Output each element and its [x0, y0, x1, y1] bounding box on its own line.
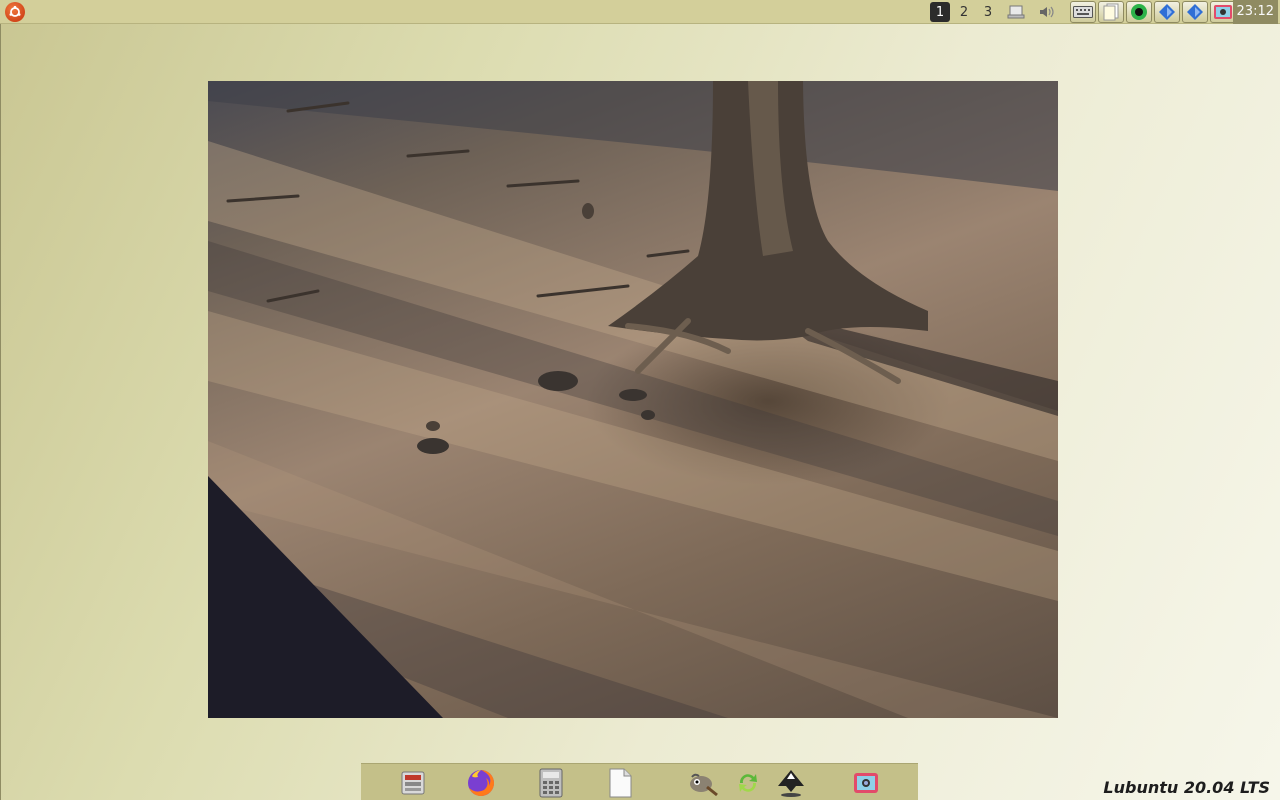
gimp-icon[interactable]	[687, 767, 719, 799]
blue-diamond-task-icon[interactable]	[1154, 1, 1180, 23]
text-document-icon[interactable]	[604, 767, 636, 799]
screen-edge	[0, 24, 1, 800]
file-manager-icon[interactable]	[397, 767, 429, 799]
notes-task-icon[interactable]	[1098, 1, 1124, 23]
calculator-icon[interactable]	[535, 767, 567, 799]
screenshot-tool-icon[interactable]	[850, 767, 882, 799]
lubuntu-menu-icon[interactable]	[5, 2, 25, 22]
top-panel: 1 2 3 23:12	[0, 0, 1280, 24]
clock[interactable]: 23:12	[1232, 0, 1278, 24]
keyboard-task-icon[interactable]	[1070, 1, 1096, 23]
desktop-1-button[interactable]: 1	[930, 2, 950, 22]
desktop-3-button[interactable]: 3	[978, 2, 998, 22]
blue-diamond-task-icon-2[interactable]	[1182, 1, 1208, 23]
desktop-2-button[interactable]: 2	[954, 2, 974, 22]
inkscape-icon[interactable]	[775, 767, 807, 799]
removable-drive-icon[interactable]	[1006, 2, 1026, 22]
green-circle-task-icon[interactable]	[1126, 1, 1152, 23]
wallpaper-photo	[208, 81, 1058, 718]
update-icon[interactable]	[732, 767, 764, 799]
volume-icon[interactable]	[1036, 2, 1058, 22]
dock	[361, 763, 918, 800]
distro-branding: Lubuntu 20.04 LTS	[1103, 778, 1270, 797]
firefox-icon[interactable]	[465, 767, 497, 799]
